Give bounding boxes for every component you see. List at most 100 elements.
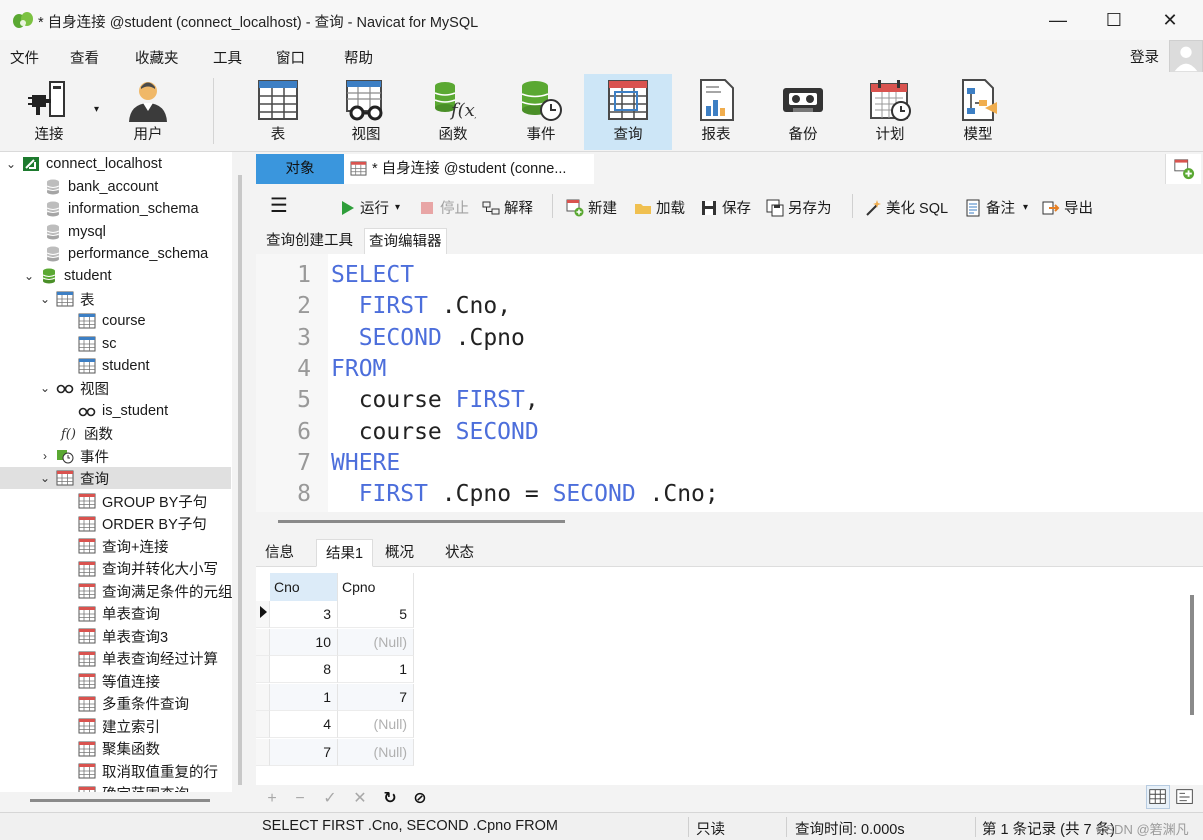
delete-record-icon[interactable]: − <box>290 789 310 809</box>
tree-query[interactable]: 等值连接 <box>60 670 160 692</box>
backup-button[interactable]: 备份 <box>759 74 847 150</box>
cell-cno[interactable]: 10 <box>270 628 338 656</box>
function-button[interactable]: f(x) 函数 <box>409 74 497 150</box>
tree-query[interactable]: 建立索引 <box>60 715 160 737</box>
cell-cno[interactable]: 3 <box>270 601 338 628</box>
tab-profile[interactable]: 概况 <box>376 539 423 567</box>
chevron-down-icon[interactable]: ▾ <box>94 104 99 115</box>
tree-folder-tables[interactable]: ⌄ 表 <box>38 288 95 310</box>
chevron-down-icon[interactable]: ⌄ <box>4 157 18 171</box>
tree-query[interactable]: 查询满足条件的元组 <box>60 580 232 602</box>
table-button[interactable]: 表 <box>234 74 322 150</box>
view-button[interactable]: 视图 <box>322 74 410 150</box>
column-header-cno[interactable]: Cno <box>270 573 338 601</box>
grid-view-toggle[interactable] <box>1146 785 1170 809</box>
run-button[interactable]: 运行 ▾ <box>338 197 400 218</box>
tree-query[interactable]: 取消取值重复的行 <box>60 760 218 782</box>
chevron-right-icon[interactable]: › <box>38 449 52 463</box>
export-button[interactable]: 导出 <box>1042 197 1093 218</box>
tab-query[interactable]: * 自身连接 @student (conne... <box>344 154 594 184</box>
row-header[interactable] <box>256 628 270 656</box>
chevron-down-icon[interactable]: ▾ <box>1023 202 1028 213</box>
save-as-button[interactable]: 另存为 <box>766 197 832 218</box>
tree-folder-functions[interactable]: f() 函数 <box>42 422 113 444</box>
row-header[interactable] <box>256 738 270 766</box>
load-button[interactable]: 加载 <box>634 197 685 218</box>
grid-vertical-scrollbar[interactable] <box>1190 595 1194 715</box>
event-button[interactable]: 事件 <box>497 74 585 150</box>
menu-file[interactable]: 文件 <box>10 47 39 68</box>
menu-window[interactable]: 窗口 <box>276 47 305 68</box>
cell-cpno[interactable]: 5 <box>338 601 414 628</box>
minimize-button[interactable]: — <box>1030 0 1086 40</box>
tree-database[interactable]: information_schema <box>26 198 199 220</box>
tree-query[interactable]: 查询并转化大小写 <box>60 558 218 580</box>
new-query-button[interactable]: 新建 <box>566 197 617 218</box>
tree-query[interactable]: 查询+连接 <box>60 535 168 557</box>
sql-editor[interactable]: 1 2 3 4 5 6 7 8 SELECT FIRST .Cno, SECOND .Cpno… <box>256 254 1203 512</box>
stop-loading-icon[interactable]: ⊘ <box>410 789 430 809</box>
tree-folder-queries[interactable]: ⌄ 查询 <box>0 467 231 489</box>
tree-query[interactable]: GROUP BY子句 <box>60 490 207 512</box>
query-button[interactable]: 查询 <box>584 74 672 150</box>
tree-table[interactable]: sc <box>60 333 117 355</box>
cell-cno[interactable]: 4 <box>270 711 338 738</box>
menu-tools[interactable]: 工具 <box>213 47 242 68</box>
tree-folder-views[interactable]: ⌄ 视图 <box>38 377 109 399</box>
tree-database[interactable]: mysql <box>26 221 106 243</box>
tree-query[interactable]: ORDER BY子句 <box>60 513 207 535</box>
cell-cno[interactable]: 7 <box>270 738 338 766</box>
cell-cno[interactable]: 1 <box>270 683 338 711</box>
schedule-button[interactable]: 计划 <box>846 74 934 150</box>
tree-connection[interactable]: ⌄ connect_localhost <box>4 153 162 175</box>
tree-query[interactable]: 单表查询经过计算 <box>60 648 218 670</box>
stop-button[interactable]: 停止 <box>418 197 469 218</box>
chevron-down-icon[interactable]: ⌄ <box>22 269 36 283</box>
user-button[interactable]: 用户 <box>104 74 192 150</box>
tree-database[interactable]: bank_account <box>26 176 158 198</box>
cell-cpno[interactable]: (Null) <box>338 711 414 738</box>
chevron-down-icon[interactable]: ⌄ <box>38 381 52 395</box>
column-header-cpno[interactable]: Cpno <box>338 573 414 601</box>
login-link[interactable]: 登录 <box>1130 46 1159 67</box>
hamburger-menu-icon[interactable]: ☰ <box>270 193 288 218</box>
menu-help[interactable]: 帮助 <box>344 47 373 68</box>
close-button[interactable]: ✕ <box>1142 0 1198 40</box>
apply-changes-icon[interactable]: ✓ <box>320 789 340 809</box>
tab-status[interactable]: 状态 <box>436 539 483 567</box>
chevron-down-icon[interactable]: ⌄ <box>38 471 52 485</box>
refresh-icon[interactable]: ↻ <box>380 789 400 809</box>
new-tab-button[interactable] <box>1165 154 1201 184</box>
cell-cpno[interactable]: 1 <box>338 656 414 683</box>
tree-table[interactable]: course <box>60 310 146 332</box>
tree-table[interactable]: student <box>60 355 150 377</box>
connection-button[interactable]: 连接 <box>10 74 88 150</box>
tree-query[interactable]: 确定范围查询 <box>60 783 189 792</box>
menu-favorites[interactable]: 收藏夹 <box>135 47 179 68</box>
save-button[interactable]: 保存 <box>700 197 751 218</box>
tree-folder-events[interactable]: › 事件 <box>38 445 109 467</box>
add-record-icon[interactable]: + <box>262 789 282 809</box>
form-view-toggle[interactable] <box>1173 785 1197 809</box>
tree-query[interactable]: 聚集函数 <box>60 738 160 760</box>
row-header[interactable] <box>256 683 270 711</box>
tree-view[interactable]: is_student <box>60 400 168 422</box>
result-grid[interactable]: Cno Cpno 3 5 10 (Null) 8 1 1 7 4 (Null) 7 (Null) <box>256 567 1203 785</box>
model-button[interactable]: 模型 <box>934 74 1022 150</box>
row-header[interactable] <box>256 711 270 738</box>
cell-cpno[interactable]: (Null) <box>338 628 414 656</box>
explain-button[interactable]: 解释 <box>482 197 533 218</box>
avatar[interactable] <box>1169 40 1203 74</box>
tree-query[interactable]: 单表查询 <box>60 603 160 625</box>
tree-vertical-scrollbar[interactable] <box>238 175 242 785</box>
discard-changes-icon[interactable]: ✕ <box>350 789 370 809</box>
tree-query[interactable]: 多重条件查询 <box>60 693 189 715</box>
tab-message[interactable]: 信息 <box>256 539 303 567</box>
tab-query-builder[interactable]: 查询创建工具 <box>262 228 357 254</box>
tab-objects[interactable]: 对象 <box>256 154 344 184</box>
menu-view[interactable]: 查看 <box>70 47 99 68</box>
editor-horizontal-scrollbar[interactable] <box>278 520 565 523</box>
tree-database[interactable]: performance_schema <box>26 243 208 265</box>
tab-query-editor[interactable]: 查询编辑器 <box>364 228 447 254</box>
chevron-down-icon[interactable]: ▾ <box>395 202 400 213</box>
